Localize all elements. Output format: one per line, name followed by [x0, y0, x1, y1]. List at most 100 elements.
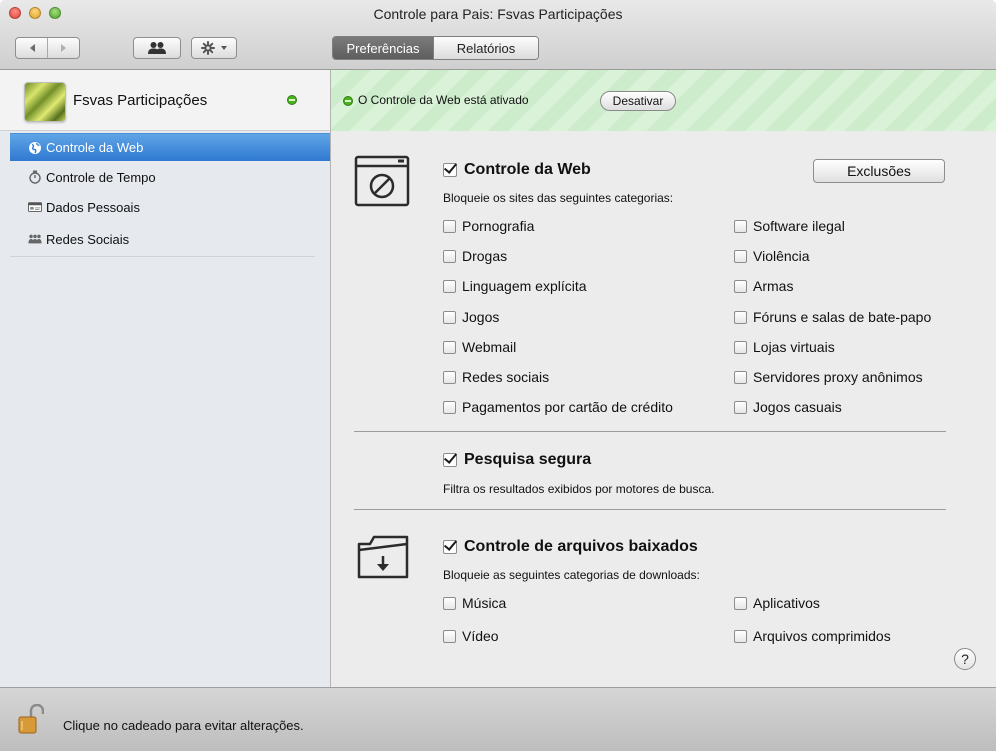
- checkbox-box: [443, 629, 456, 643]
- status-active-icon: [343, 96, 353, 106]
- category-checkbox[interactable]: Webmail: [443, 339, 516, 355]
- option-label: Linguagem explícita: [462, 278, 587, 294]
- id-card-icon: [28, 200, 42, 214]
- safe-search-checkbox[interactable]: Pesquisa segura: [443, 451, 591, 469]
- checkbox-box: [443, 310, 456, 324]
- option-label: Fóruns e salas de bate-papo: [753, 309, 932, 325]
- globe-icon: [28, 141, 42, 155]
- action-menu-button[interactable]: [191, 37, 237, 59]
- tab-preferencias[interactable]: Preferências: [333, 37, 433, 59]
- web-control-checkbox[interactable]: Controle da Web: [443, 161, 591, 179]
- checkbox-box: [734, 370, 747, 384]
- forward-arrow-icon: [60, 44, 66, 52]
- checkmark-icon: [443, 453, 457, 467]
- option-label: Redes sociais: [462, 369, 550, 385]
- sidebar-item-redes-sociais[interactable]: Redes Sociais: [10, 225, 330, 253]
- category-checkbox[interactable]: Jogos casuais: [734, 399, 842, 415]
- category-checkbox[interactable]: Servidores proxy anônimos: [734, 369, 923, 385]
- option-label: Lojas virtuais: [753, 339, 835, 355]
- web-control-subtitle: Bloqueie os sites das seguintes categori…: [443, 191, 674, 205]
- option-label: Armas: [753, 278, 794, 294]
- lock-icon[interactable]: [18, 704, 44, 734]
- downloads-checkbox[interactable]: Controle de arquivos baixados: [443, 538, 698, 556]
- checkbox-box: [734, 400, 747, 414]
- category-checkbox[interactable]: Lojas virtuais: [734, 339, 835, 355]
- navigation-buttons: [15, 37, 80, 59]
- forward-button[interactable]: [47, 38, 79, 58]
- checkbox-box: [443, 370, 456, 384]
- section-divider: [354, 431, 946, 432]
- title-bar: Controle para Pais: Fsvas Participações: [0, 0, 996, 70]
- category-checkbox[interactable]: Jogos: [443, 309, 499, 325]
- download-category-checkbox[interactable]: Arquivos comprimidos: [734, 628, 891, 644]
- download-category-checkbox[interactable]: Vídeo: [443, 628, 499, 644]
- tab-relatorios[interactable]: Relatórios: [433, 37, 538, 59]
- deactivate-button[interactable]: Desativar: [600, 91, 676, 111]
- sidebar-item-label: Controle de Tempo: [46, 169, 156, 185]
- category-checkbox[interactable]: Violência: [734, 248, 810, 264]
- downloads-title: Controle de arquivos baixados: [464, 538, 698, 555]
- back-button[interactable]: [16, 38, 47, 58]
- exclusions-button[interactable]: Exclusões: [813, 159, 945, 183]
- checkbox-box: [734, 279, 747, 293]
- gear-icon: [200, 41, 215, 55]
- option-label: Pagamentos por cartão de crédito: [462, 399, 673, 415]
- category-checkbox[interactable]: Redes sociais: [443, 369, 549, 385]
- download-folder-icon: [357, 535, 409, 579]
- help-button[interactable]: ?: [954, 648, 976, 670]
- option-label: Servidores proxy anônimos: [753, 369, 923, 385]
- profile-row[interactable]: Fsvas Participações: [0, 70, 330, 131]
- download-category-checkbox[interactable]: Aplicativos: [734, 595, 820, 611]
- bottom-bar: Clique no cadeado para evitar alterações…: [0, 687, 996, 751]
- checkbox-box: [734, 629, 747, 643]
- sidebar-item-controle-da-web[interactable]: Controle da Web: [10, 133, 330, 161]
- checkbox-box: [443, 400, 456, 414]
- category-checkbox[interactable]: Fóruns e salas de bate-papo: [734, 309, 931, 325]
- back-arrow-icon: [29, 44, 35, 52]
- checkbox-box: [443, 596, 456, 610]
- category-checkbox[interactable]: Linguagem explícita: [443, 278, 587, 294]
- parental-controls-window: Controle para Pais: Fsvas Participações: [0, 0, 996, 751]
- category-checkbox[interactable]: Pornografia: [443, 218, 534, 234]
- checkbox-box: [443, 219, 456, 233]
- sidebar-item-dados-pessoais[interactable]: Dados Pessoais: [10, 193, 330, 221]
- category-checkbox[interactable]: Drogas: [443, 248, 507, 264]
- banner-status-text: O Controle da Web está ativado: [358, 93, 529, 107]
- checkbox-box: [734, 596, 747, 610]
- option-label: Jogos: [462, 309, 500, 325]
- sidebar: Fsvas Participações Controle da Web Cont…: [0, 70, 331, 687]
- category-checkbox[interactable]: Software ilegal: [734, 218, 845, 234]
- option-label: Violência: [753, 248, 810, 264]
- view-tabs: Preferências Relatórios: [332, 36, 539, 60]
- checkmark-icon: [443, 540, 457, 554]
- profile-name: Fsvas Participações: [73, 92, 208, 109]
- users-icon: [148, 42, 166, 54]
- lock-hint-text: Clique no cadeado para evitar alterações…: [63, 718, 304, 733]
- sidebar-item-controle-de-tempo[interactable]: Controle de Tempo: [10, 163, 330, 191]
- main-panel: Controle da Web Bloqueie os sites das se…: [331, 131, 996, 687]
- checkbox-box: [734, 310, 747, 324]
- checkbox-box: [443, 340, 456, 354]
- safe-search-subtitle: Filtra os resultados exibidos por motore…: [443, 482, 715, 496]
- option-label: Pornografia: [462, 218, 535, 234]
- web-control-title: Controle da Web: [464, 161, 591, 178]
- download-category-checkbox[interactable]: Música: [443, 595, 506, 611]
- category-checkbox[interactable]: Pagamentos por cartão de crédito: [443, 399, 673, 415]
- checkbox-box: [734, 219, 747, 233]
- status-banner: O Controle da Web está ativado Desativar: [331, 70, 996, 132]
- avatar: [24, 82, 66, 122]
- category-checkbox[interactable]: Armas: [734, 278, 793, 294]
- sidebar-item-label: Controle da Web: [46, 140, 144, 155]
- people-icon: [28, 232, 42, 246]
- sidebar-divider: [10, 256, 315, 257]
- option-label: Arquivos comprimidos: [753, 628, 891, 644]
- sidebar-item-label: Redes Sociais: [46, 231, 130, 247]
- checkmark-icon: [443, 163, 457, 177]
- checkbox-box: [734, 340, 747, 354]
- safe-search-title: Pesquisa segura: [464, 451, 592, 468]
- users-button[interactable]: [133, 37, 181, 59]
- option-label: Webmail: [462, 339, 517, 355]
- option-label: Vídeo: [462, 628, 499, 644]
- web-window-blocked-icon: [354, 155, 410, 207]
- checkbox-box: [443, 249, 456, 263]
